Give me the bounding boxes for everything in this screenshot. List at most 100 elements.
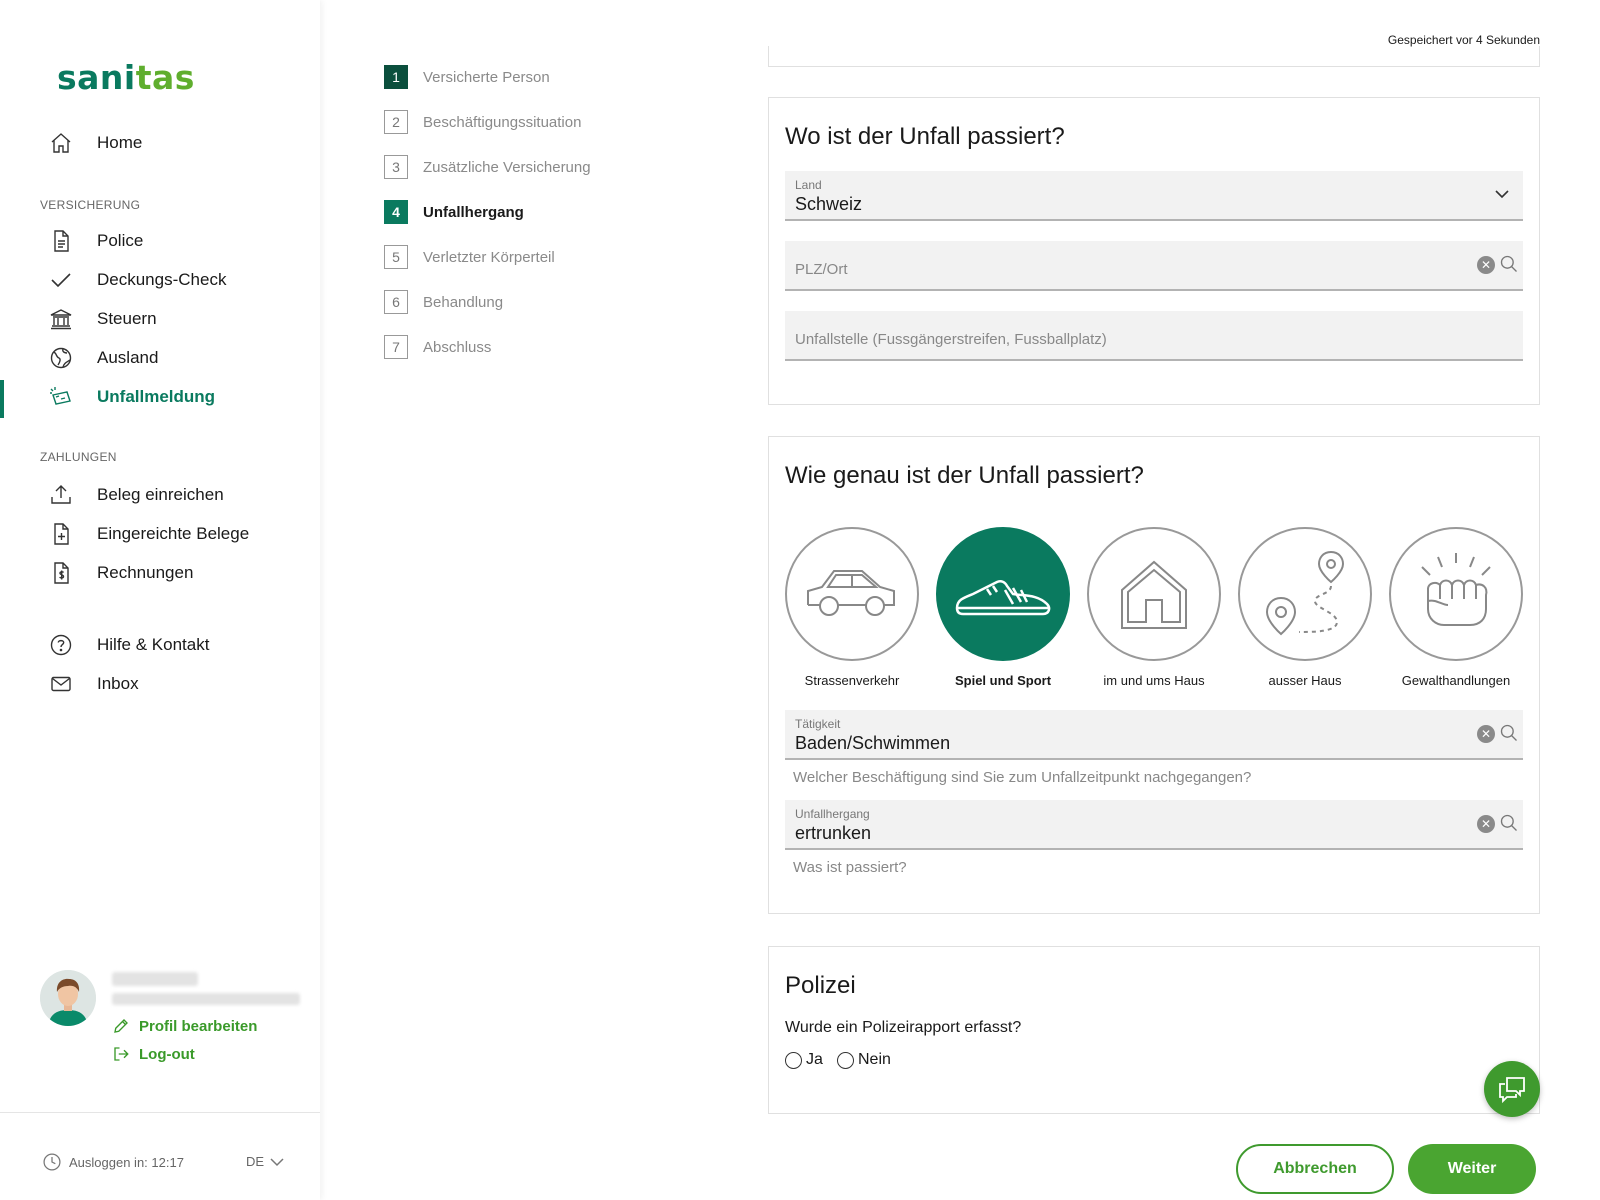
step-1[interactable]: 1 Versicherte Person [384,65,550,89]
chevron-down-icon [270,1157,284,1166]
sanitas-logo[interactable]: sanitas [57,58,195,97]
step-2[interactable]: 2 Beschäftigungssituation [384,110,581,134]
sidebar-item-beleg-einreichen[interactable]: Beleg einreichen [0,478,320,512]
sidebar-item-steuern[interactable]: Steuern [0,302,320,336]
step-label: Zusätzliche Versicherung [423,158,591,176]
sneaker-icon [955,579,1051,616]
search-icon[interactable] [1499,723,1519,743]
step-number: 2 [384,110,408,134]
document-plus-icon [54,523,69,545]
sidebar-item-rechnungen[interactable]: Rechnungen [0,556,320,590]
document-icon [54,230,69,252]
user-name-blurred [112,972,198,986]
sidebar-item-home[interactable]: Home [0,126,320,160]
how-card: Wie genau ist der Unfall passiert? Stras… [768,436,1540,914]
pencil-icon [114,1019,128,1033]
category-ausser-haus[interactable]: ausser Haus [1238,527,1372,688]
sidebar-footer: Ausloggen in: 12:17 DE [0,1112,320,1200]
sidebar-item-ausland[interactable]: Ausland [0,341,320,375]
clock-icon [43,1153,61,1171]
country-select[interactable]: Land Schweiz [785,171,1523,221]
bank-icon [50,309,72,330]
step-number: 1 [384,65,408,89]
globe-icon [50,347,72,369]
logout-link[interactable]: Log-out [112,1045,195,1063]
category-circle [1389,527,1523,661]
upload-icon [51,485,71,504]
step-4[interactable]: 4 Unfallhergang [384,200,524,224]
chat-button[interactable] [1484,1061,1540,1117]
sidebar-item-unfallmeldung[interactable]: Unfallmeldung [0,380,320,418]
step-number: 4 [384,200,408,224]
step-label: Beschäftigungssituation [423,113,582,131]
step-7[interactable]: 7 Abschluss [384,335,491,359]
accident-location-placeholder: Unfallstelle (Fussgängerstreifen, Fussba… [795,331,1107,348]
sidebar-item-label: Eingereichte Belege [97,524,250,543]
step-3[interactable]: 3 Zusätzliche Versicherung [384,155,591,179]
house-icon [1121,560,1187,629]
sidebar-item-deckungs-check[interactable]: Deckungs-Check [0,263,320,297]
next-button[interactable]: Weiter [1408,1144,1536,1194]
where-card: Wo ist der Unfall passiert? Land Schweiz… [768,97,1540,405]
category-label: ausser Haus [1268,673,1342,688]
step-5[interactable]: 5 Verletzter Körperteil [384,245,555,269]
radio-circle [837,1051,854,1069]
where-title: Wo ist der Unfall passiert? [785,123,1065,150]
route-pin-icon [1265,550,1345,636]
radio-nein[interactable]: Nein [837,1051,891,1069]
radio-label: Ja [806,1051,823,1068]
category-strassenverkehr[interactable]: Strassenverkehr [785,527,919,688]
search-icon[interactable] [1499,254,1519,274]
accident-course-input[interactable]: Unfallhergang ertrunken ✕ [785,800,1523,850]
sidebar-item-police[interactable]: Police [0,224,320,258]
sidebar-item-eingereichte-belege[interactable]: Eingereichte Belege [0,517,320,551]
sidebar-item-label: Deckungs-Check [97,270,227,289]
fist-icon [1421,553,1491,626]
clear-icon[interactable]: ✕ [1477,725,1495,743]
radio-ja[interactable]: Ja [785,1051,823,1069]
how-title: Wie genau ist der Unfall passiert? [785,462,1144,489]
edit-profile-link[interactable]: Profil bearbeiten [112,1017,257,1035]
zip-city-placeholder: PLZ/Ort [795,261,848,278]
step-label: Abschluss [423,338,492,356]
cancel-button[interactable]: Abbrechen [1236,1144,1394,1194]
avatar[interactable] [40,970,96,1026]
sidebar-item-label: Ausland [97,348,159,367]
accident-course-hint: Was ist passiert? [793,859,907,876]
language-value: DE [246,1154,265,1169]
saved-status: Gespeichert vor 4 Sekunden [1387,33,1540,47]
category-label: Gewalthandlungen [1401,673,1511,688]
category-circle [936,527,1070,661]
category-label: Spiel und Sport [954,673,1052,688]
logout-timer: Ausloggen in: 12:17 [42,1152,184,1172]
category-im-und-ums-haus[interactable]: im und ums Haus [1087,527,1221,688]
sidebar-item-label: Inbox [97,674,139,693]
category-spiel-und-sport[interactable]: Spiel und Sport [936,527,1070,688]
section-title-insurance: VERSICHERUNG [40,198,141,212]
clear-icon[interactable]: ✕ [1477,256,1495,274]
invoice-icon [54,562,69,584]
mail-icon [51,676,71,692]
clear-icon[interactable]: ✕ [1477,815,1495,833]
accident-location-input[interactable]: Unfallstelle (Fussgängerstreifen, Fussba… [785,311,1523,361]
radio-label: Nein [858,1051,891,1068]
language-select[interactable]: DE [246,1154,284,1169]
sidebar-item-label: Beleg einreichen [97,485,224,504]
category-circle [785,527,919,661]
help-icon [50,634,72,656]
category-label: im und ums Haus [1103,673,1205,688]
sidebar-item-inbox[interactable]: Inbox [0,667,320,701]
accident-course-label: Unfallhergang [795,807,870,821]
step-number: 3 [384,155,408,179]
sidebar-item-hilfe-kontakt[interactable]: Hilfe & Kontakt [0,628,320,662]
activity-input[interactable]: Tätigkeit Baden/Schwimmen ✕ [785,710,1523,760]
category-gewalthandlungen[interactable]: Gewalthandlungen [1389,527,1523,688]
step-number: 6 [384,290,408,314]
previous-card-edge [768,46,1540,67]
step-label: Verletzter Körperteil [423,248,555,266]
search-icon[interactable] [1499,813,1519,833]
car-icon [807,570,895,616]
step-6[interactable]: 6 Behandlung [384,290,503,314]
zip-city-input[interactable]: PLZ/Ort ✕ [785,241,1523,291]
country-value: Schweiz [795,194,863,214]
